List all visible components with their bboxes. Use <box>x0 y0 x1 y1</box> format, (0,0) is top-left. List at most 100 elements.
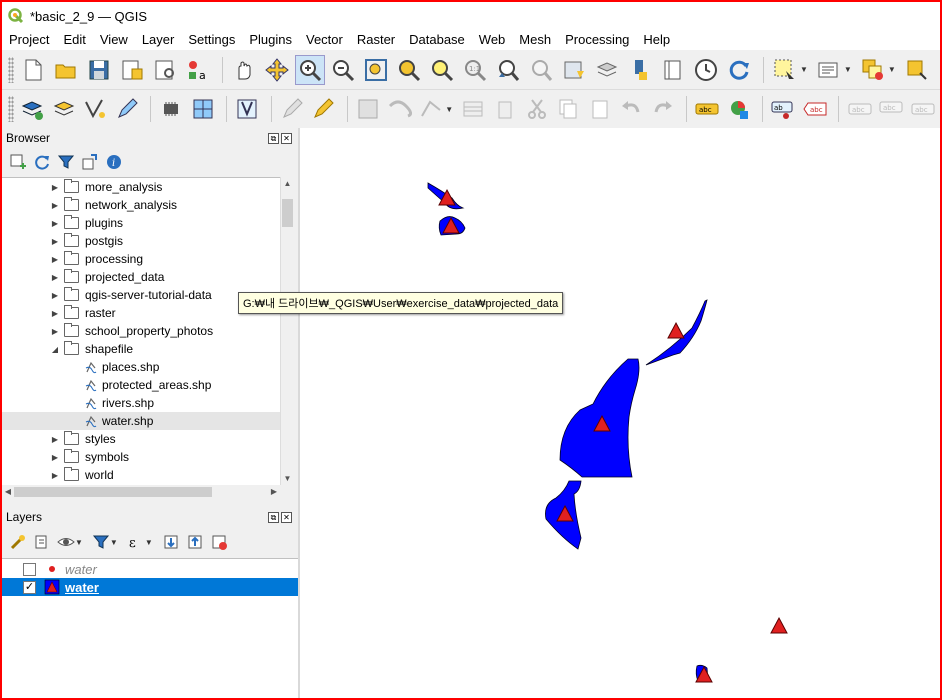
change-label-icon[interactable]: abc <box>908 94 937 124</box>
scroll-thumb[interactable] <box>14 487 212 497</box>
rotate-label-icon[interactable]: abc <box>877 94 906 124</box>
save-edits-icon[interactable] <box>354 94 383 124</box>
deselect-icon[interactable] <box>858 55 888 85</box>
chevron-right-icon[interactable]: ▶ <box>50 453 60 462</box>
refresh-icon[interactable] <box>30 151 54 173</box>
zoom-to-selection-icon[interactable] <box>394 55 424 85</box>
layer-visibility-checkbox[interactable]: ✓ <box>23 580 36 594</box>
zoom-full-icon[interactable] <box>361 55 391 85</box>
toggle-editing-icon[interactable] <box>233 94 262 124</box>
menu-processing[interactable]: Processing <box>558 30 636 50</box>
tree-item[interactable]: ▶ plugins <box>2 214 280 232</box>
paste-icon[interactable] <box>585 94 614 124</box>
new-project-icon[interactable] <box>18 55 48 85</box>
remove-layer-icon[interactable] <box>207 531 231 553</box>
chevron-right-icon[interactable]: ▶ <box>50 237 60 246</box>
label-icon[interactable]: abc <box>693 94 722 124</box>
chevron-down-icon[interactable]: ▼ <box>844 65 852 74</box>
menu-edit[interactable]: Edit <box>56 30 92 50</box>
vertex-tool-icon[interactable] <box>417 94 446 124</box>
copy-icon[interactable] <box>554 94 583 124</box>
menu-mesh[interactable]: Mesh <box>512 30 558 50</box>
refresh-icon[interactable] <box>724 55 754 85</box>
menu-project[interactable]: Project <box>2 30 56 50</box>
zoom-last-icon[interactable] <box>493 55 523 85</box>
diagram-icon[interactable] <box>725 94 754 124</box>
digitize-icon[interactable] <box>81 94 110 124</box>
show-hide-labels-icon[interactable]: abc <box>845 94 874 124</box>
expand-all-icon[interactable] <box>159 531 183 553</box>
chevron-right-icon[interactable]: ▶ <box>50 435 60 444</box>
zoom-in-icon[interactable] <box>295 54 325 85</box>
attribute-table-icon[interactable] <box>459 94 488 124</box>
delete-selected-icon[interactable] <box>491 94 520 124</box>
tree-item[interactable]: ◢ shapefile <box>2 340 280 358</box>
tree-item[interactable]: water.shp <box>2 412 280 430</box>
chevron-down-icon[interactable]: ▼ <box>800 65 808 74</box>
float-panel-button[interactable]: ⧉ <box>268 132 279 144</box>
close-panel-button[interactable]: ✕ <box>281 132 292 144</box>
menu-layer[interactable]: Layer <box>135 30 182 50</box>
edit-pencil-icon[interactable] <box>112 94 141 124</box>
select-features-icon[interactable] <box>770 55 800 85</box>
info-icon[interactable]: i <box>102 151 126 173</box>
edit-pencil-disabled-icon[interactable] <box>278 94 307 124</box>
scroll-up-icon[interactable]: ▲ <box>281 177 294 190</box>
grid-icon[interactable] <box>188 94 217 124</box>
redo-icon[interactable] <box>649 94 678 124</box>
close-panel-button[interactable]: ✕ <box>281 511 292 523</box>
highlight-label-icon[interactable]: abc <box>801 94 830 124</box>
menu-view[interactable]: View <box>93 30 135 50</box>
new-bookmark-icon[interactable] <box>559 55 589 85</box>
chevron-right-icon[interactable]: ▶ <box>50 255 60 264</box>
cut-icon[interactable] <box>522 94 551 124</box>
tree-item[interactable]: ▶ postgis <box>2 232 280 250</box>
menu-database[interactable]: Database <box>402 30 472 50</box>
tree-item[interactable]: ▶ styles <box>2 430 280 448</box>
menu-raster[interactable]: Raster <box>350 30 402 50</box>
browser-vertical-scrollbar[interactable]: ▲ ▼ <box>280 177 293 485</box>
undo-icon[interactable] <box>617 94 646 124</box>
pan-icon[interactable] <box>229 55 259 85</box>
scroll-right-icon[interactable]: ▶ <box>268 485 280 499</box>
add-selected-layers-icon[interactable] <box>6 151 30 173</box>
layer-row[interactable]: ✓ water <box>2 578 298 596</box>
tree-item[interactable]: ▶ more_analysis <box>2 178 280 196</box>
layer-visibility-checkbox[interactable] <box>23 562 36 576</box>
chevron-right-icon[interactable]: ▶ <box>50 183 60 192</box>
clock-icon[interactable] <box>691 55 721 85</box>
pan-to-selection-icon[interactable] <box>262 55 292 85</box>
data-source-manager-icon[interactable] <box>49 94 78 124</box>
chevron-down-icon[interactable]: ▼ <box>145 538 153 547</box>
tree-item[interactable]: ▶ symbols <box>2 448 280 466</box>
chevron-down-icon[interactable]: ▼ <box>110 538 118 547</box>
browser-horizontal-scrollbar[interactable]: ◀ ▶ <box>2 485 280 499</box>
tree-item[interactable]: ▶ projected_data <box>2 268 280 286</box>
chevron-down-icon[interactable]: ▼ <box>445 105 453 114</box>
zoom-next-icon[interactable] <box>526 55 556 85</box>
chevron-right-icon[interactable]: ▶ <box>50 219 60 228</box>
toolbar-grip[interactable] <box>8 96 14 122</box>
collapse-all-icon[interactable] <box>183 531 207 553</box>
scroll-thumb[interactable] <box>282 199 293 227</box>
scroll-left-icon[interactable]: ◀ <box>2 485 14 499</box>
style-manager-icon[interactable]: a <box>183 55 213 85</box>
identify-icon[interactable] <box>814 55 844 85</box>
map-canvas[interactable] <box>300 128 940 698</box>
tree-item[interactable]: places.shp <box>2 358 280 376</box>
chevron-right-icon[interactable]: ▶ <box>50 201 60 210</box>
tree-item[interactable]: ▶ network_analysis <box>2 196 280 214</box>
add-feature-icon[interactable] <box>385 94 414 124</box>
chevron-right-icon[interactable]: ▶ <box>50 291 60 300</box>
menu-vector[interactable]: Vector <box>299 30 350 50</box>
menu-help[interactable]: Help <box>636 30 677 50</box>
temporal-controller-icon[interactable] <box>658 55 688 85</box>
add-layer-icon[interactable] <box>18 94 47 124</box>
chip-icon[interactable] <box>157 94 186 124</box>
tree-item[interactable]: ▶ school_property_photos <box>2 322 280 340</box>
zoom-native-icon[interactable]: 1:1 <box>460 55 490 85</box>
tree-item[interactable]: rivers.shp <box>2 394 280 412</box>
collapse-all-icon[interactable] <box>78 151 102 173</box>
tree-item[interactable]: ▶ world <box>2 466 280 484</box>
menu-web[interactable]: Web <box>472 30 513 50</box>
